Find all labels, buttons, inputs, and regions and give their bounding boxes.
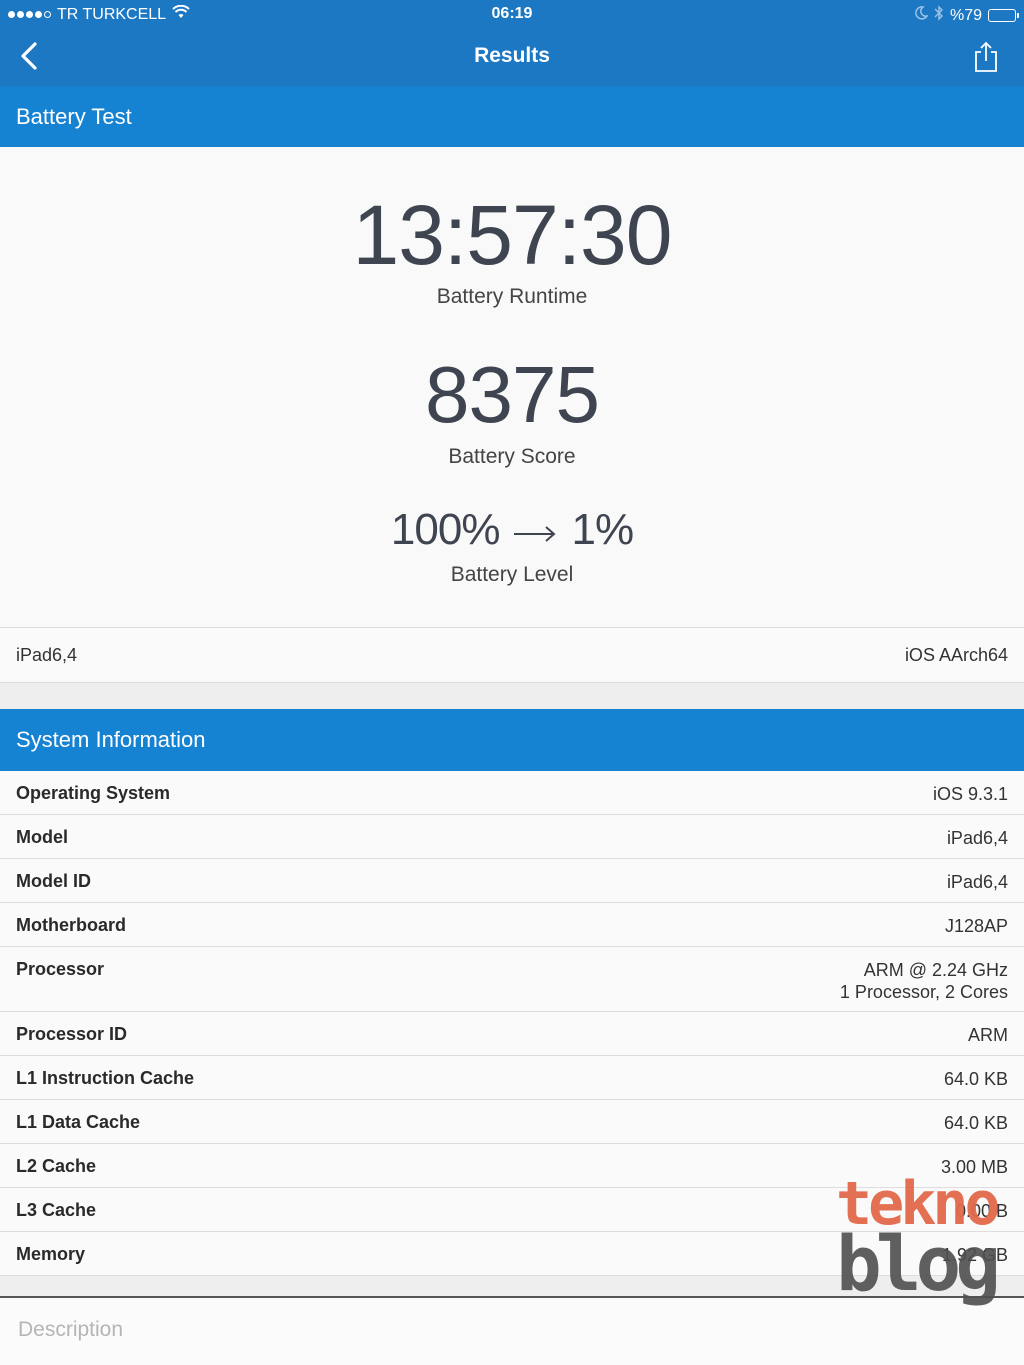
description-row[interactable]: Description: [0, 1300, 1024, 1365]
row-value: 1.92 GB: [942, 1244, 1008, 1266]
battery-runtime-label: Battery Runtime: [436, 285, 588, 308]
battery-icon: [988, 9, 1019, 22]
section-divider: [0, 1276, 1024, 1298]
share-icon: [975, 41, 997, 72]
table-row: Operating System iOS 9.3.1: [0, 771, 1024, 815]
table-row: L1 Data Cache 64.0 KB: [0, 1100, 1024, 1144]
description-label: Description: [18, 1318, 124, 1341]
row-value-line: ARM: [968, 1025, 1008, 1045]
row-value: iOS 9.3.1: [933, 783, 1008, 805]
row-key: Model: [16, 827, 68, 847]
battery-level-start: 100%: [390, 505, 501, 554]
row-key: L1 Instruction Cache: [16, 1068, 195, 1088]
table-row: Model iPad6,4: [0, 815, 1024, 859]
share-button[interactable]: [972, 40, 1000, 74]
row-value: iPad6,4: [947, 871, 1008, 893]
row-value-line: 1.92 GB: [941, 1245, 1008, 1265]
row-key: Processor: [16, 959, 105, 979]
battery-level-value: 100% 1%: [0, 505, 1024, 555]
top-bar: TR TURKCELL 06:19 %79 Results: [0, 0, 1024, 86]
status-right: %79: [914, 5, 1019, 26]
device-model: iPad6,4: [16, 644, 78, 665]
row-key: Processor ID: [16, 1024, 128, 1044]
status-bar: TR TURKCELL 06:19 %79: [0, 0, 1024, 28]
row-value-line: ARM @ 2.24 GHz: [863, 960, 1008, 980]
table-row: Model ID iPad6,4: [0, 859, 1024, 903]
device-platform: iOS AArch64: [904, 644, 1008, 665]
row-value-line: iPad6,4: [946, 828, 1008, 848]
row-value: iPad6,4: [947, 827, 1008, 849]
row-value-line: iOS 9.3.1: [932, 784, 1008, 804]
battery-runtime-value: 13:57:30: [352, 188, 673, 282]
status-time: 06:19: [491, 5, 533, 22]
row-value: 64.0 KB: [944, 1112, 1008, 1134]
row-value-line: 64.0 KB: [943, 1113, 1008, 1133]
row-key: L1 Data Cache: [16, 1112, 141, 1132]
table-row: Memory 1.92 GB: [0, 1232, 1024, 1276]
row-value-line: 64.0 KB: [943, 1069, 1008, 1089]
table-row: Motherboard J128AP: [0, 903, 1024, 947]
page-title: Results: [474, 44, 550, 67]
row-value: J128AP: [945, 915, 1008, 937]
row-key: L2 Cache: [16, 1156, 97, 1176]
row-key: L3 Cache: [16, 1200, 97, 1220]
row-value: ARM @ 2.24 GHz 1 Processor, 2 Cores: [840, 959, 1008, 1003]
battery-score-value: 8375: [425, 350, 600, 439]
table-row: Processor ARM @ 2.24 GHz 1 Processor, 2 Co…: [0, 947, 1024, 1012]
row-key: Motherboard: [16, 915, 126, 935]
row-value-line: 3.00 MB: [940, 1157, 1008, 1177]
system-information-table: Operating System iOS 9.3.1 Model iPad6,4 Mod…: [0, 771, 1024, 1276]
row-value-line: 1 Processor, 2 Cores: [839, 982, 1008, 1002]
row-value: ARM: [968, 1024, 1008, 1046]
battery-level-end: 1%: [571, 505, 634, 554]
battery-test-header: Battery Test: [0, 86, 1024, 148]
row-value-line: iPad6,4: [946, 872, 1008, 892]
table-row: L1 Instruction Cache 64.0 KB: [0, 1056, 1024, 1100]
row-value: 3.00 MB: [941, 1156, 1008, 1178]
row-key: Memory: [16, 1244, 86, 1264]
moon-icon: [914, 6, 929, 25]
battery-level-label: Battery Level: [450, 563, 574, 586]
row-key: Operating System: [16, 783, 171, 803]
row-value: 64.0 KB: [944, 1068, 1008, 1090]
row-value-line: J128AP: [944, 916, 1008, 936]
table-row: L3 Cache 0.00 B: [0, 1188, 1024, 1232]
bluetooth-icon: [934, 5, 944, 26]
battery-percent: %79: [949, 6, 982, 24]
navigation-bar: Results: [0, 28, 1024, 86]
row-value: 0.00 B: [956, 1200, 1008, 1222]
section-divider: [0, 683, 1024, 709]
table-row: L2 Cache 3.00 MB: [0, 1144, 1024, 1188]
table-row: Processor ID ARM: [0, 1012, 1024, 1056]
battery-score-label: Battery Score: [448, 445, 576, 468]
battery-results-panel: 13:57:30 Battery Runtime 8375 Battery Sc…: [0, 147, 1024, 627]
row-value-line: 0.00 B: [955, 1201, 1008, 1221]
row-key: Model ID: [16, 871, 91, 891]
system-information-header: System Information: [0, 709, 1024, 771]
arrow-right-icon: [513, 505, 557, 555]
device-summary-row: iPad6,4 iOS AArch64: [0, 627, 1024, 683]
